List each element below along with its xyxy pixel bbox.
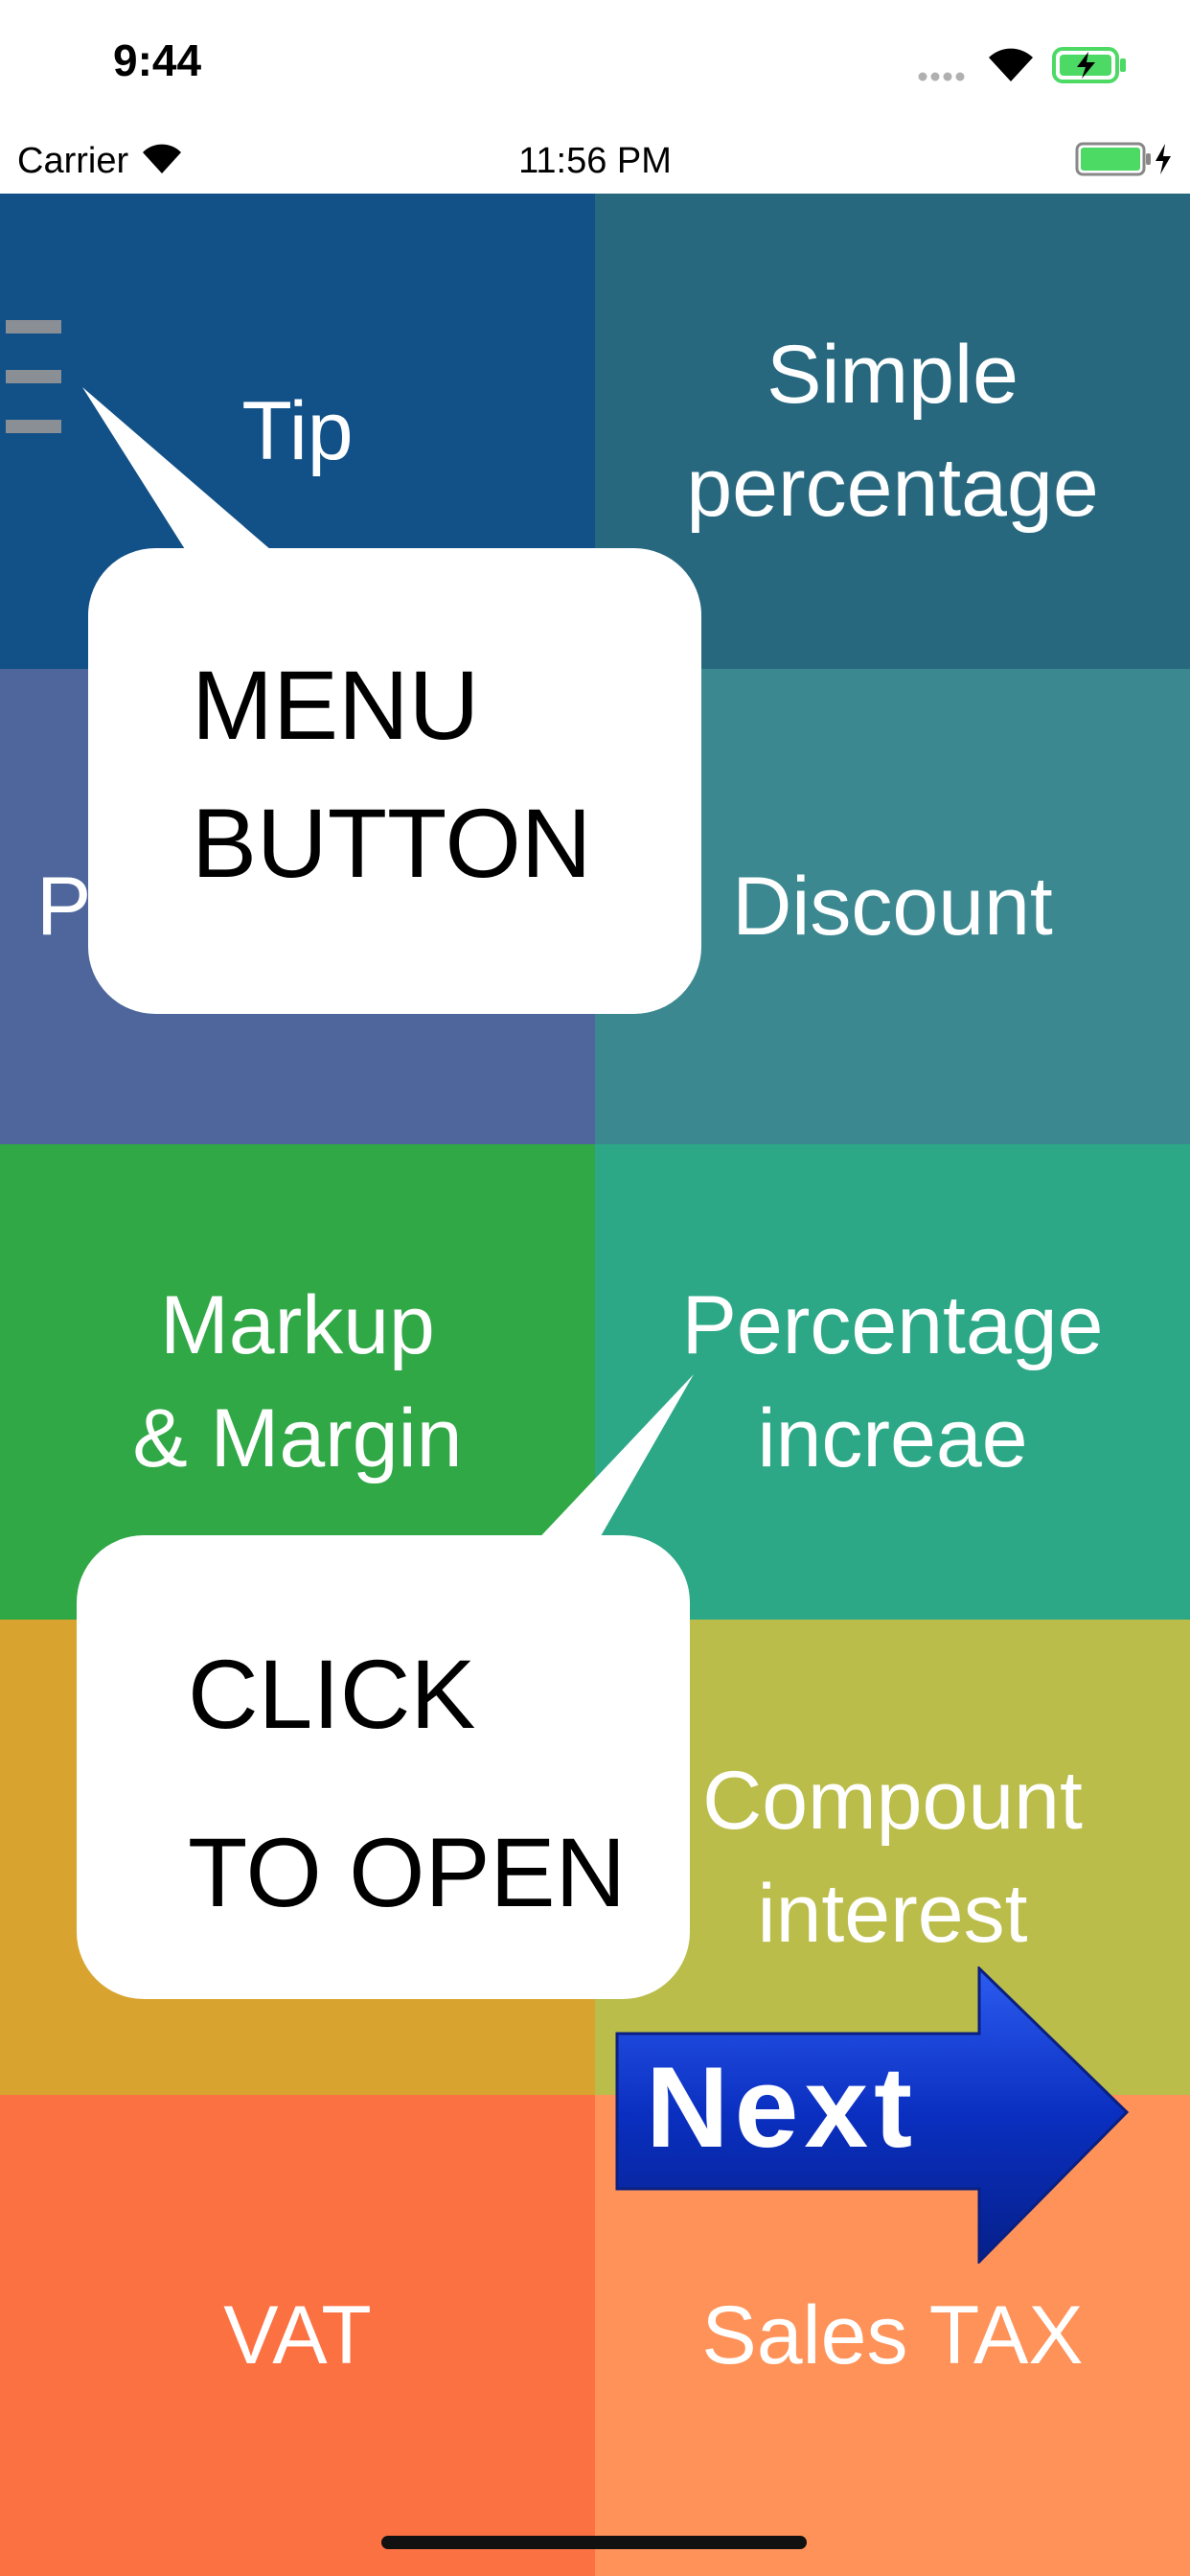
status-time: 9:44 [113,35,202,85]
tile-sales-tax-label: Sales TAX [701,2289,1084,2381]
tile-partial-label: P [36,861,92,953]
wifi-icon [987,46,1035,82]
next-label: Next [646,2043,919,2172]
callout-menu-line1: MENU [192,651,480,760]
tile-simple-percentage-line1: Simple [767,329,1018,421]
tile-compound-line2: interest [757,1868,1028,1960]
tile-percentage-line1: Percentage [681,1279,1104,1371]
tile-compound-line1: Compount [702,1755,1083,1847]
carrier-battery-icon [1075,140,1177,178]
callout-open-line2: TO OPEN [188,1818,627,1927]
tile-discount-label: Discount [732,861,1053,953]
tile-percentage-line2: increae [757,1392,1028,1484]
callout-open-line1: CLICK [188,1640,476,1749]
home-indicator [381,2536,807,2549]
callout-menu-line2: BUTTON [192,789,592,898]
menu-button[interactable] [6,318,61,439]
cellular-signal-icon [918,69,973,81]
carrier-time: 11:56 PM [518,141,672,181]
callout-click-to-open: CLICK TO OPEN [77,1535,690,1999]
callout-menu-button: MENU BUTTON [88,548,701,1014]
tile-markup-line2: & Margin [132,1392,463,1484]
tile-markup-line1: Markup [160,1279,435,1371]
tile-vat[interactable]: VAT [0,2095,595,2576]
tile-vat-label: VAT [223,2289,372,2381]
battery-charging-icon [1052,46,1129,84]
next-button[interactable]: Next [613,1965,1131,2266]
tile-simple-percentage-line2: percentage [686,442,1099,534]
callout-pointer-menu [82,387,278,575]
